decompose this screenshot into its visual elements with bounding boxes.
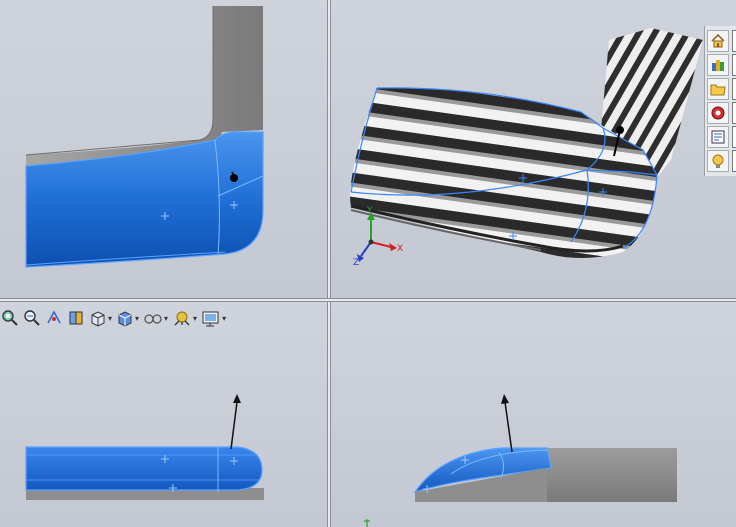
hide-show-items-button[interactable]: ▾ bbox=[142, 308, 169, 328]
dropdown-arrow-icon: ▾ bbox=[108, 313, 113, 323]
right-view-model bbox=[364, 394, 677, 527]
apply-scene-icon bbox=[202, 311, 219, 327]
gray-block bbox=[547, 448, 677, 502]
viewport-right[interactable] bbox=[331, 302, 736, 527]
view-orientation-icon bbox=[91, 311, 105, 327]
task-pane-tab[interactable] bbox=[732, 30, 736, 52]
edit-appearance-button[interactable]: ▾ bbox=[171, 308, 198, 328]
task-pane-appearances-button[interactable] bbox=[707, 150, 729, 172]
task-pane bbox=[704, 26, 736, 176]
triad-y-label: Y bbox=[367, 206, 373, 216]
file-explorer-icon bbox=[710, 84, 726, 96]
task-pane-design-library-button[interactable] bbox=[707, 54, 729, 76]
task-pane-file-explorer-button[interactable] bbox=[707, 78, 729, 100]
home-icon bbox=[711, 33, 725, 48]
heads-up-view-toolbar: ▾ ▾ ▾ ▾ ▾ bbox=[0, 306, 260, 330]
task-pane-view-palette-button[interactable] bbox=[707, 102, 729, 124]
section-view-button[interactable] bbox=[66, 308, 86, 328]
dropdown-arrow-icon: ▾ bbox=[193, 313, 198, 323]
previous-view-icon bbox=[47, 310, 61, 324]
task-pane-tab[interactable] bbox=[732, 126, 736, 148]
viewport-splitter-vertical[interactable] bbox=[327, 0, 331, 527]
design-library-icon bbox=[712, 60, 724, 71]
zoom-to-fit-icon bbox=[2, 310, 18, 326]
zoom-to-area-icon bbox=[24, 310, 40, 326]
view-orientation-button[interactable]: ▾ bbox=[88, 308, 113, 328]
apply-scene-button[interactable]: ▾ bbox=[200, 308, 227, 328]
isometric-view-model bbox=[350, 28, 703, 262]
viewport-isometric[interactable]: Y X Z bbox=[331, 0, 736, 298]
display-style-button[interactable]: ▾ bbox=[115, 308, 140, 328]
task-pane-custom-properties-button[interactable] bbox=[707, 126, 729, 148]
top-view-model bbox=[25, 394, 264, 500]
zoom-to-fit-button[interactable] bbox=[0, 308, 20, 328]
dropdown-arrow-icon: ▾ bbox=[164, 313, 169, 323]
zoom-to-area-button[interactable] bbox=[22, 308, 42, 328]
appearances-icon bbox=[712, 154, 724, 168]
task-pane-home-button[interactable] bbox=[707, 30, 729, 52]
dropdown-arrow-icon: ▾ bbox=[222, 313, 227, 323]
task-pane-tab[interactable] bbox=[732, 78, 736, 100]
task-pane-tab[interactable] bbox=[732, 54, 736, 76]
blue-surface-top bbox=[25, 446, 263, 491]
triad-z-label: Z bbox=[353, 258, 360, 268]
section-view-icon bbox=[69, 311, 83, 325]
hide-show-items-icon bbox=[144, 314, 162, 324]
view-palette-icon bbox=[711, 106, 725, 120]
viewport-splitter-horizontal[interactable] bbox=[0, 298, 736, 302]
task-pane-tab[interactable] bbox=[732, 150, 736, 172]
edit-appearance-icon bbox=[174, 311, 190, 326]
task-pane-tab[interactable] bbox=[732, 102, 736, 124]
dropdown-arrow-icon: ▾ bbox=[135, 313, 140, 323]
triad-x-label: X bbox=[397, 244, 404, 254]
viewport-front[interactable] bbox=[0, 0, 327, 298]
previous-view-button[interactable] bbox=[44, 308, 64, 328]
front-view-model bbox=[25, 6, 264, 268]
viewport-top[interactable] bbox=[0, 302, 327, 527]
display-style-icon bbox=[118, 311, 132, 327]
custom-properties-icon bbox=[711, 130, 725, 144]
